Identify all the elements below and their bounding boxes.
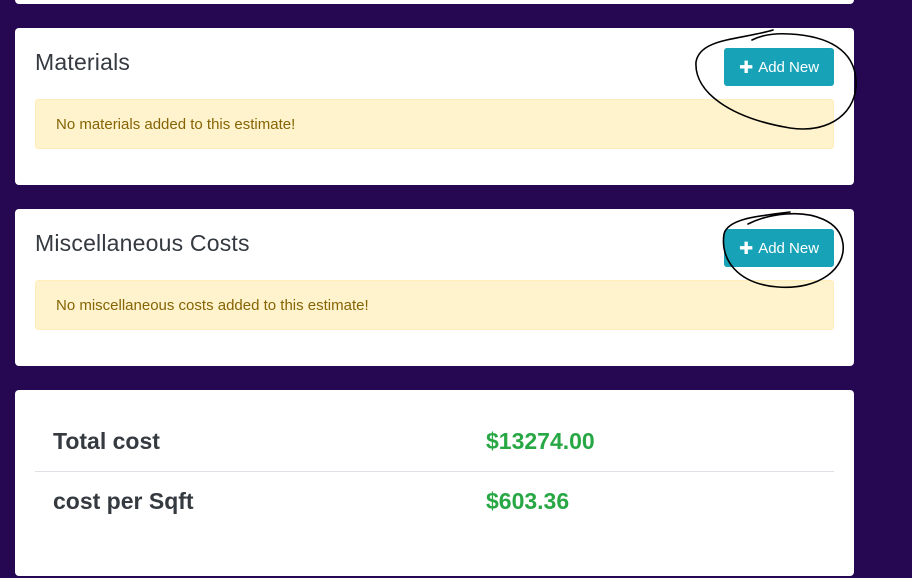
cost-per-sqft-label: cost per Sqft xyxy=(53,487,194,514)
plus-icon: ✚ xyxy=(738,238,754,258)
total-cost-row: Total cost $13274.00 xyxy=(35,411,834,472)
plus-icon: ✚ xyxy=(738,57,754,77)
misc-costs-card: Miscellaneous Costs ✚ Add New No miscell… xyxy=(15,209,854,366)
total-cost-label: Total cost xyxy=(53,427,160,454)
add-material-button-label: Add New xyxy=(758,58,820,76)
add-material-button[interactable]: ✚ Add New xyxy=(724,48,834,86)
cost-summary-card: Total cost $13274.00 cost per Sqft $603.… xyxy=(15,390,854,576)
misc-costs-empty-alert: No miscellaneous costs added to this est… xyxy=(35,280,834,330)
materials-card: Materials ✚ Add New No materials added t… xyxy=(15,28,854,185)
total-cost-value: $13274.00 xyxy=(486,427,595,454)
previous-card xyxy=(15,0,854,4)
misc-costs-title: Miscellaneous Costs xyxy=(35,230,250,256)
cost-per-sqft-row: cost per Sqft $603.36 xyxy=(35,471,834,531)
cost-per-sqft-value: $603.36 xyxy=(486,487,570,514)
materials-title: Materials xyxy=(35,49,131,75)
add-misc-cost-button-label: Add New xyxy=(758,239,820,257)
add-misc-cost-button[interactable]: ✚ Add New xyxy=(724,229,834,267)
materials-empty-alert: No materials added to this estimate! xyxy=(35,99,834,149)
